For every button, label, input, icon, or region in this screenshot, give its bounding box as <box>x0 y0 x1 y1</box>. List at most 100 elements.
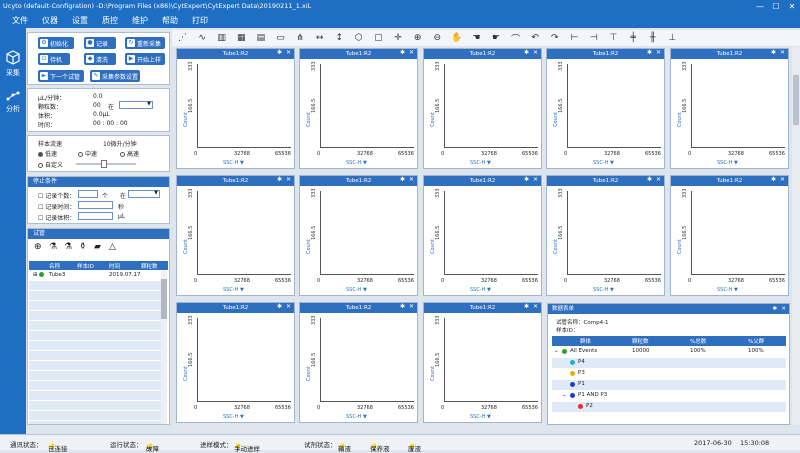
close-icon[interactable]: ✕ <box>286 176 291 183</box>
flow-high-radio[interactable]: 高速 <box>120 149 139 158</box>
minimize-icon[interactable]: — <box>752 0 768 12</box>
zoom-in-icon[interactable]: ⊕ <box>411 32 424 45</box>
hierarchy-icon[interactable]: ⋔ <box>294 32 307 45</box>
close-icon[interactable]: ✕ <box>533 176 538 183</box>
redo-icon[interactable]: ↷ <box>548 32 561 45</box>
plot-area[interactable] <box>691 64 785 148</box>
plot-area[interactable] <box>567 64 661 148</box>
curve-tool-icon[interactable]: ⌒ <box>509 32 522 45</box>
x-axis-label[interactable]: SSC-H ▼ <box>470 287 491 293</box>
rec-gate-select[interactable]: ▼ <box>128 190 160 198</box>
menu-settings[interactable]: 设置 <box>72 15 88 26</box>
quadrant-gate-icon[interactable]: ✛ <box>392 32 405 45</box>
gear-icon[interactable]: ✱ <box>524 303 529 310</box>
histogram-plot[interactable]: Tube1:R2 ✱ ✕ 333 166.5 Count 0 32768 65536 SSC-H … <box>176 48 295 169</box>
histogram-plot[interactable]: Tube1:R2 ✱ ✕ 333 166.5 Count 0 32768 65536 SSC-H … <box>176 302 295 423</box>
distribute-icon[interactable]: ╫ <box>646 32 659 45</box>
plot-area[interactable] <box>320 64 414 148</box>
plot-area[interactable] <box>444 318 538 402</box>
close-icon[interactable]: ✕ <box>656 176 661 183</box>
tube-copy-icon[interactable]: ⚗ <box>64 242 75 253</box>
x-axis-label[interactable]: SSC-H ▼ <box>223 414 244 420</box>
start-load-button[interactable]: ▶ 开始上样 <box>125 53 165 65</box>
scrollbar-thumb[interactable] <box>793 75 799 125</box>
maximize-icon[interactable]: ☐ <box>768 0 784 12</box>
gear-icon[interactable]: ✱ <box>647 49 652 56</box>
gear-icon[interactable]: ✱ <box>400 303 405 310</box>
table-row[interactable]: ⌄ All Events 10000 100% 100% <box>552 347 786 357</box>
align-right-icon[interactable]: ⊣ <box>587 32 600 45</box>
close-icon[interactable]: ✕ <box>286 49 291 56</box>
hand-move-icon[interactable]: ☚ <box>470 32 483 45</box>
gear-icon[interactable]: ✱ <box>771 49 776 56</box>
histogram-plot[interactable]: Tube1:R2 ✱ ✕ 333 166.5 Count 0 32768 65536 SSC-H … <box>299 48 418 169</box>
menu-file[interactable]: 文件 <box>12 15 28 26</box>
histogram-plot[interactable]: Tube1:R2 ✱ ✕ 333 166.5 Count 0 32768 65536 SSC-H … <box>423 175 542 296</box>
record-button[interactable]: ● 记录 <box>84 37 116 49</box>
tube-list-scrollbar[interactable] <box>161 271 167 424</box>
standby-button[interactable]: ⏻ 待机 <box>38 53 70 65</box>
histogram-plot[interactable]: Tube1:R2 ✱ ✕ 333 166.5 Count 0 32768 65536 SSC-H … <box>299 302 418 423</box>
next-tube-button[interactable]: ► 下一个试管 <box>38 70 84 82</box>
close-icon[interactable]: ✕ <box>409 176 414 183</box>
plot-area[interactable] <box>197 64 291 148</box>
hand-select-icon[interactable]: ☛ <box>490 32 503 45</box>
align-left-icon[interactable]: ⊢ <box>568 32 581 45</box>
close-icon[interactable]: ✕ <box>286 303 291 310</box>
gear-icon[interactable]: ✱ <box>524 176 529 183</box>
gear-icon[interactable]: ✱ <box>400 176 405 183</box>
x-axis-label[interactable]: SSC-H ▼ <box>346 287 367 293</box>
scatter-plot-icon[interactable]: ⋰ <box>176 32 189 45</box>
histogram-plot[interactable]: Tube1:R2 ✱ ✕ 333 166.5 Count 0 32768 65536 SSC-H … <box>423 48 542 169</box>
x-axis-label[interactable]: SSC-H ▼ <box>223 287 244 293</box>
histogram-plot[interactable]: Tube1:R2 ✱ ✕ 333 166.5 Count 0 32768 65536 SSC-H … <box>299 175 418 296</box>
plot-area[interactable] <box>320 191 414 275</box>
histogram-plot[interactable]: Tube1:R2 ✱ ✕ 333 166.5 Count 0 32768 65536 SSC-H … <box>546 175 665 296</box>
zoom-out-icon[interactable]: ⊖ <box>431 32 444 45</box>
vertical-gate-icon[interactable]: ↕ <box>333 32 346 45</box>
close-icon[interactable]: ✕ <box>656 49 661 56</box>
x-axis-label[interactable]: SSC-H ▼ <box>717 160 738 166</box>
table-row[interactable]: P2 <box>552 402 786 412</box>
plot-area[interactable] <box>444 191 538 275</box>
plot-area[interactable] <box>567 191 661 275</box>
x-axis-label[interactable]: SSC-H ▼ <box>346 160 367 166</box>
rec-count-input[interactable] <box>78 190 98 198</box>
gear-icon[interactable]: ✱ <box>647 176 652 183</box>
plot-area[interactable] <box>197 318 291 402</box>
menu-print[interactable]: 打印 <box>192 15 208 26</box>
x-axis-label[interactable]: SSC-H ▼ <box>593 160 614 166</box>
close-icon[interactable]: ✕ <box>780 49 785 56</box>
histogram-plot[interactable]: Tube1:R2 ✱ ✕ 333 166.5 Count 0 32768 65536 SSC-H … <box>670 175 789 296</box>
overlay-histogram-icon[interactable]: ▦ <box>235 32 248 45</box>
plot-area[interactable] <box>320 318 414 402</box>
gear-icon[interactable]: ✱ <box>277 176 282 183</box>
x-axis-label[interactable]: SSC-H ▼ <box>223 160 244 166</box>
histogram-plot[interactable]: Tube1:R2 ✱ ✕ 333 166.5 Count 0 32768 65536 SSC-H … <box>423 302 542 423</box>
close-icon[interactable]: ✕ <box>409 303 414 310</box>
hand-pan-icon[interactable]: ✋ <box>450 32 463 45</box>
close-icon[interactable]: ✕ <box>533 303 538 310</box>
histogram-plot[interactable]: Tube1:R2 ✱ ✕ 333 166.5 Count 0 32768 65536 SSC-H … <box>176 175 295 296</box>
align-top-icon[interactable]: ⊤ <box>607 32 620 45</box>
nav-acquire[interactable]: 采集 <box>0 50 26 78</box>
gear-icon[interactable]: ✱ <box>400 49 405 56</box>
tube-delete-icon[interactable]: ⚱ <box>79 242 90 253</box>
menu-maintenance[interactable]: 维护 <box>132 15 148 26</box>
x-axis-label[interactable]: SSC-H ▼ <box>593 287 614 293</box>
expand-icon[interactable]: ⌄ <box>554 348 559 354</box>
plot-area[interactable] <box>691 191 785 275</box>
init-button[interactable]: ⚙ 初始化 <box>38 37 74 49</box>
tube-icon[interactable]: ⚗ <box>49 242 60 253</box>
table-row[interactable]: ⌄ P1 AND P3 <box>552 391 786 401</box>
menu-instrument[interactable]: 仪器 <box>42 15 58 26</box>
x-axis-label[interactable]: SSC-H ▼ <box>470 414 491 420</box>
text-report-icon[interactable]: ▭ <box>274 32 287 45</box>
table-row[interactable]: P4 <box>552 358 786 368</box>
slider-handle[interactable] <box>101 160 107 168</box>
flow-mid-radio[interactable]: 中速 <box>78 149 97 158</box>
polygon-gate-icon[interactable]: ⬡ <box>352 32 365 45</box>
table-row[interactable]: ⊞ Tube3 2019.07.17 <box>29 271 161 280</box>
table-row[interactable]: P1 <box>552 380 786 390</box>
rec-time-input[interactable] <box>78 201 113 209</box>
